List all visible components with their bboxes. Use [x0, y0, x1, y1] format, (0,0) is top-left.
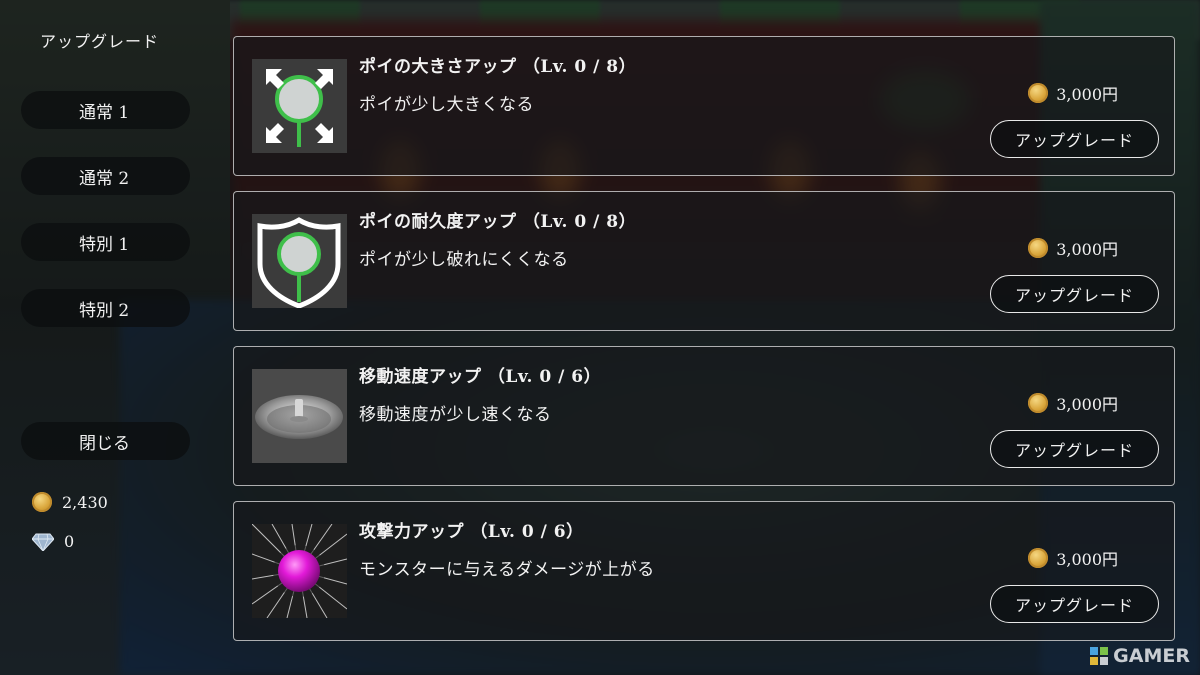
- upgrade-card-attack: 攻撃力アップ （Lv. 0 / 6） モンスターに与えるダメージが上がる 3,0…: [233, 501, 1175, 641]
- upgrade-name: ポイの耐久度アップ （Lv. 0 / 8）: [359, 212, 637, 232]
- upgrade-price: 3,000円: [1028, 81, 1118, 105]
- upgrade-button[interactable]: アップグレード: [990, 585, 1159, 623]
- price-amount: 3,000円: [1056, 85, 1118, 104]
- upgrade-description: ポイが少し破れにくくなる: [359, 250, 569, 270]
- coin-balance: 2,430: [32, 492, 108, 512]
- attack-orb-icon: [252, 524, 347, 618]
- upgrade-name: ポイの大きさアップ （Lv. 0 / 8）: [359, 57, 637, 77]
- upgrade-card-poi-size: ポイの大きさアップ （Lv. 0 / 8） ポイが少し大きくなる 3,000円 …: [233, 36, 1175, 176]
- upgrade-description: ポイが少し大きくなる: [359, 95, 534, 115]
- upgrade-card-poi-durability: ポイの耐久度アップ （Lv. 0 / 8） ポイが少し破れにくくなる 3,000…: [233, 191, 1175, 331]
- upgrade-button[interactable]: アップグレード: [990, 430, 1159, 468]
- coin-icon: [1028, 83, 1049, 103]
- tab-normal-1[interactable]: 通常 1: [21, 91, 190, 129]
- price-amount: 3,000円: [1056, 240, 1118, 259]
- upgrade-name: 攻撃力アップ （Lv. 0 / 6）: [359, 522, 584, 542]
- diamond-icon: [32, 533, 54, 551]
- coin-icon: [1028, 548, 1049, 568]
- upgrade-button[interactable]: アップグレード: [990, 120, 1159, 158]
- upgrade-price: 3,000円: [1028, 546, 1118, 570]
- poi-shield-icon: [252, 214, 347, 308]
- poi-enlarge-icon: [252, 59, 347, 153]
- tab-normal-2[interactable]: 通常 2: [21, 157, 190, 195]
- coin-icon: [1028, 393, 1049, 413]
- price-amount: 3,000円: [1056, 395, 1118, 414]
- upgrade-card-move-speed: 移動速度アップ （Lv. 0 / 6） 移動速度が少し速くなる 3,000円 ア…: [233, 346, 1175, 486]
- watermark-text: GAMER: [1113, 645, 1190, 667]
- gem-amount: 0: [64, 532, 75, 551]
- sidebar-title: アップグレード: [40, 32, 160, 51]
- speed-dish-icon: [252, 369, 347, 463]
- price-amount: 3,000円: [1056, 550, 1118, 569]
- upgrade-button[interactable]: アップグレード: [990, 275, 1159, 313]
- coin-icon: [32, 492, 52, 512]
- upgrade-description: 移動速度が少し速くなる: [359, 405, 552, 425]
- gamer-logo-icon: [1090, 647, 1109, 665]
- upgrade-price: 3,000円: [1028, 391, 1118, 415]
- tab-special-1[interactable]: 特別 1: [21, 223, 190, 261]
- gem-balance: 0: [32, 532, 74, 551]
- upgrade-price: 3,000円: [1028, 236, 1118, 260]
- tab-special-2[interactable]: 特別 2: [21, 289, 190, 327]
- upgrade-description: モンスターに与えるダメージが上がる: [359, 560, 655, 580]
- coin-icon: [1028, 238, 1049, 258]
- close-button[interactable]: 閉じる: [21, 422, 190, 460]
- coin-amount: 2,430: [62, 492, 108, 512]
- upgrade-name: 移動速度アップ （Lv. 0 / 6）: [359, 367, 602, 387]
- gamer-watermark: GAMER: [1089, 645, 1190, 667]
